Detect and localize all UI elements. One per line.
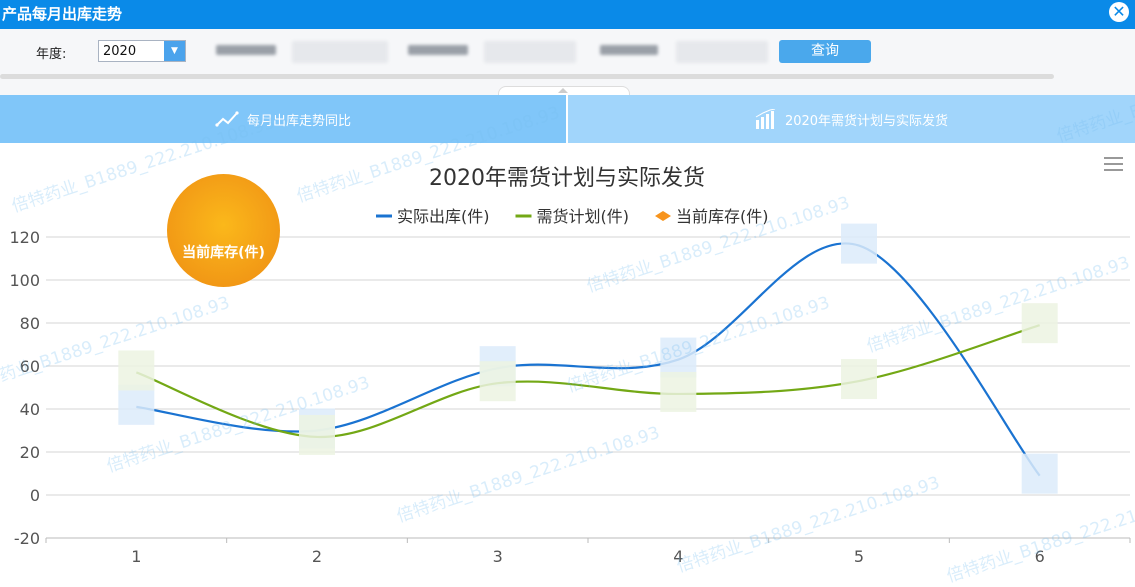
data-point-marker: [841, 359, 877, 400]
y-tick-label: 100: [9, 271, 40, 290]
legend-marker: [655, 211, 671, 221]
x-tick-label: 1: [131, 547, 141, 566]
line-trend-icon: [215, 111, 239, 127]
legend-label: 实际出库(件): [397, 207, 490, 226]
chart-title: 2020年需货计划与实际发货: [429, 166, 705, 191]
year-select-value: 2020: [103, 44, 137, 59]
y-tick-label: 0: [30, 486, 40, 505]
data-point-marker: [479, 361, 516, 402]
chevron-down-icon[interactable]: ▼: [164, 41, 185, 61]
legend-label: 当前库存(件): [676, 207, 769, 226]
data-point-marker: [660, 337, 697, 378]
y-tick-label: 20: [20, 443, 40, 462]
y-tick-label: 40: [20, 400, 40, 419]
year-label: 年度:: [36, 47, 67, 62]
inventory-bubble[interactable]: 当前库存(件): [167, 174, 280, 287]
window-titlebar: 产品每月出库走势 ✕: [0, 0, 1135, 29]
data-point-marker: [118, 384, 155, 425]
redacted-field[interactable]: [676, 41, 768, 63]
y-tick-label: 80: [20, 314, 40, 333]
legend-label: 需货计划(件): [537, 207, 630, 226]
series-line-1: [136, 242, 1041, 477]
tab-bar: 每月出库走势同比 2020年需货计划与实际发货: [0, 95, 1135, 143]
horizontal-scrollbar[interactable]: [0, 74, 1054, 79]
query-button[interactable]: 查询: [779, 40, 871, 63]
data-point-marker: [841, 223, 877, 264]
x-tick-label: 4: [673, 547, 683, 566]
x-tick-label: 3: [493, 547, 503, 566]
chart-menu-icon[interactable]: [1104, 157, 1123, 175]
series-line-2: [135, 324, 1040, 439]
tab-label: 每月出库走势同比: [246, 113, 351, 129]
close-icon[interactable]: ✕: [1109, 2, 1129, 22]
data-point-marker: [660, 371, 697, 412]
data-point-marker: [118, 350, 155, 391]
y-tick-label: 60: [20, 357, 40, 376]
tab-label: 2020年需货计划与实际发货: [784, 113, 949, 129]
redacted-label: [216, 45, 276, 55]
data-point-marker: [1021, 453, 1058, 494]
y-tick-label: -20: [14, 529, 40, 548]
tab-monthly-trend[interactable]: 每月出库走势同比: [0, 95, 566, 143]
redacted-label: [600, 45, 658, 55]
bubble-label: 当前库存(件): [182, 245, 265, 261]
bar-growth-icon: [755, 109, 776, 129]
tab-plan-vs-actual[interactable]: 2020年需货计划与实际发货: [568, 95, 1135, 143]
year-select[interactable]: 2020 ▼: [98, 40, 186, 62]
y-tick-label: 120: [9, 228, 40, 247]
data-point-marker: [299, 414, 335, 455]
redacted-field[interactable]: [292, 41, 388, 63]
x-tick-label: 6: [1035, 547, 1045, 566]
redacted-field[interactable]: [484, 41, 576, 63]
data-point-marker: [1021, 303, 1058, 344]
x-tick-label: 2: [312, 547, 322, 566]
x-tick-label: 5: [854, 547, 864, 566]
redacted-label: [408, 45, 468, 55]
window-title: 产品每月出库走势: [2, 5, 123, 23]
